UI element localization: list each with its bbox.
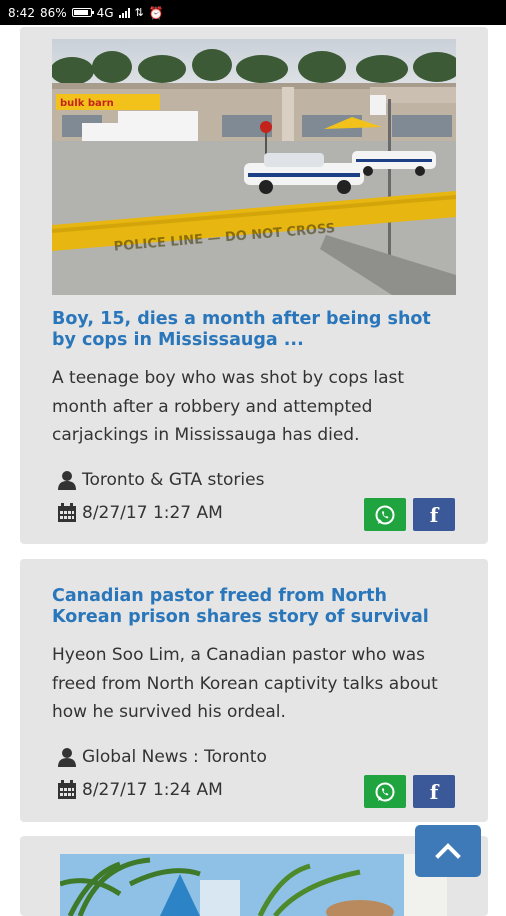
article-source: Toronto & GTA stories [56,470,264,490]
user-icon [58,471,76,490]
article-date: 8/27/17 1:27 AM [56,503,223,523]
battery-icon [71,8,94,17]
news-card[interactable]: bulk barn POLICE LINE — DO NOT CROSS Boy… [20,27,488,544]
article-image[interactable]: bulk barn POLICE LINE — DO NOT CROSS [52,39,456,295]
store-sign: bulk barn [60,98,114,109]
whatsapp-icon [375,505,395,524]
date-label: 8/27/17 1:24 AM [82,780,223,800]
status-time: 8:42 [8,5,35,20]
chevron-up-icon [435,843,461,859]
whatsapp-icon [375,782,395,801]
scroll-to-top-button[interactable] [415,825,481,877]
article-title[interactable]: Canadian pastor freed from North Korean … [52,586,456,628]
source-label: Global News : Toronto [82,747,267,767]
article-description: A teenage boy who was shot by cops last … [52,368,405,445]
calendar-icon [58,780,76,799]
whatsapp-share-button[interactable] [364,498,406,531]
article-source: Global News : Toronto [56,747,267,767]
police-scene-image: bulk barn POLICE LINE — DO NOT CROSS [52,39,456,295]
article-title[interactable]: Boy, 15, dies a month after being shot b… [52,309,456,351]
whatsapp-share-button[interactable] [364,775,406,808]
signal-icon [118,7,130,18]
network-type: 4G [96,5,114,20]
data-transfer-icon: ⇅ [134,6,144,19]
status-bar: 8:42 86% 4G ⇅ ⏰ [0,0,506,25]
battery-percent: 86% [39,5,67,20]
calendar-icon [58,503,76,522]
user-icon [58,748,76,767]
facebook-share-button[interactable]: f [413,498,455,531]
tropical-scene-image [60,854,447,916]
date-label: 8/27/17 1:27 AM [82,503,223,523]
alarm-icon: ⏰ [148,5,164,20]
facebook-icon: f [429,779,439,804]
article-description: Hyeon Soo Lim, a Canadian pastor who was… [52,645,438,722]
article-image[interactable] [60,854,447,916]
article-date: 8/27/17 1:24 AM [56,780,223,800]
facebook-icon: f [429,502,439,527]
news-card[interactable]: Canadian pastor freed from North Korean … [20,559,488,822]
source-label: Toronto & GTA stories [82,470,265,490]
facebook-share-button[interactable]: f [413,775,455,808]
